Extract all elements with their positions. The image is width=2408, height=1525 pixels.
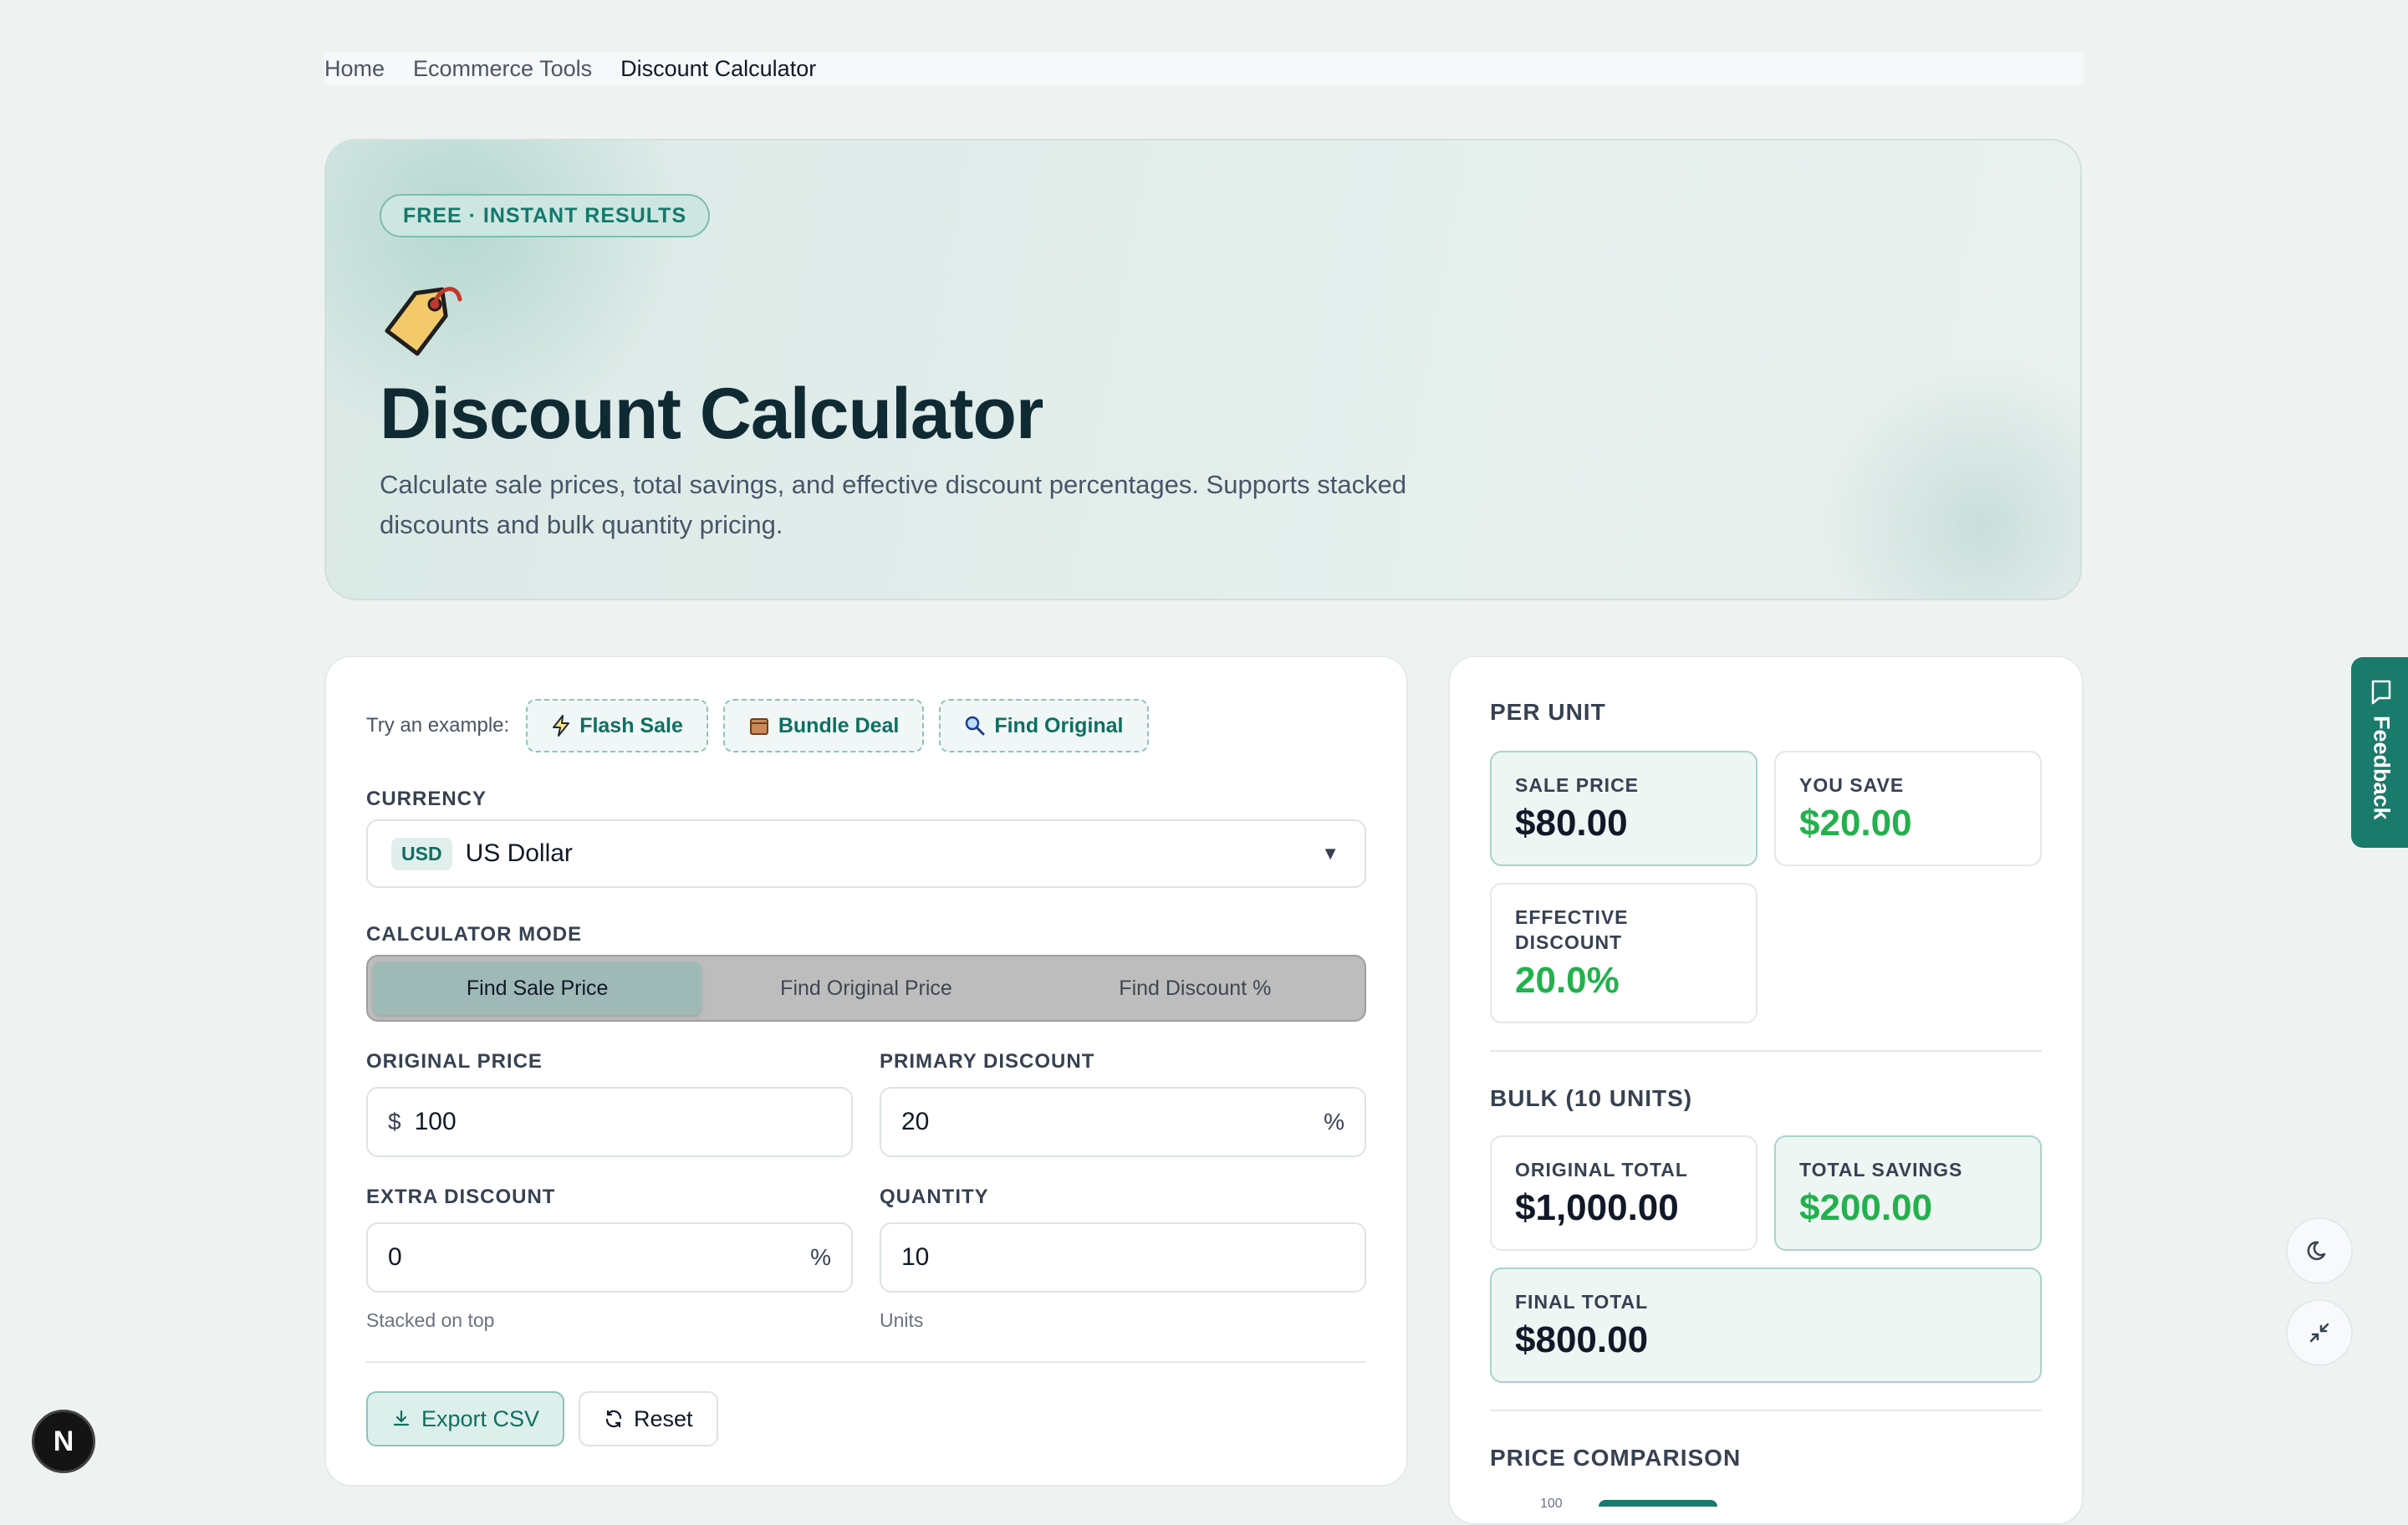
extra-discount-input[interactable]: 0 % <box>366 1222 853 1293</box>
examples-row: Try an example: Flash Sale Bundle Deal F… <box>366 699 1149 752</box>
effective-discount-stat: EFFECTIVE DISCOUNT 20.0% <box>1490 883 1758 1023</box>
original-price-input[interactable]: $ 100 <box>366 1087 853 1157</box>
feedback-tab[interactable]: Feedback <box>2351 657 2408 848</box>
download-icon <box>393 1410 410 1426</box>
price-tag-icon <box>385 287 462 356</box>
you-save-stat: YOU SAVE $20.00 <box>1774 751 2042 866</box>
bulk-title: BULK (10 UNITS) <box>1490 1085 1693 1111</box>
mode-label: CALCULATOR MODE <box>366 923 583 946</box>
mode-find-discount[interactable]: Find Discount % <box>1031 961 1360 1015</box>
moon-icon <box>2307 1241 2326 1261</box>
original-total-value: $1,000.00 <box>1515 1187 1679 1228</box>
calculator-form-card: Try an example: Flash Sale Bundle Deal F… <box>324 655 1408 1487</box>
page-description: Calculate sale prices, total savings, an… <box>380 470 1407 539</box>
sale-price-stat: SALE PRICE $80.00 <box>1490 751 1758 866</box>
percent-suffix: % <box>1324 1109 1344 1135</box>
feedback-label: Feedback <box>2369 716 2395 820</box>
final-total-stat: FINAL TOTAL $800.00 <box>1490 1267 2042 1383</box>
extra-discount-value: 0 <box>388 1243 402 1271</box>
currency-select[interactable]: USD US Dollar ▼ <box>366 819 1366 888</box>
box-icon <box>749 718 768 735</box>
effective-discount-label: EFFECTIVE DISCOUNT <box>1515 906 1629 953</box>
total-savings-stat: TOTAL SAVINGS $200.00 <box>1774 1135 2042 1251</box>
final-total-value: $800.00 <box>1515 1319 1649 1360</box>
page-title: Discount Calculator <box>380 374 1043 454</box>
percent-suffix: % <box>810 1244 831 1270</box>
breadcrumb-home[interactable]: Home <box>324 56 385 82</box>
quantity-label: QUANTITY <box>880 1186 989 1208</box>
results-card: PER UNIT SALE PRICE $80.00 YOU SAVE $20.… <box>1448 655 2084 1525</box>
breadcrumb-ecommerce-tools[interactable]: Ecommerce Tools <box>413 56 592 82</box>
free-badge: FREE · INSTANT RESULTS <box>380 194 711 237</box>
currency-symbol: $ <box>388 1109 401 1135</box>
per-unit-title: PER UNIT <box>1490 699 1606 725</box>
message-icon <box>2371 680 2391 705</box>
primary-discount-value: 20 <box>901 1108 930 1135</box>
extra-discount-hint: Stacked on top <box>366 1309 495 1331</box>
quantity-input[interactable]: 10 <box>880 1222 1366 1293</box>
nextjs-dev-badge[interactable]: N <box>32 1410 95 1473</box>
collapse-button[interactable] <box>2286 1299 2353 1366</box>
currency-name: US Dollar <box>465 839 573 867</box>
form-divider <box>366 1361 1366 1363</box>
example-find-original-label: Find Original <box>994 713 1124 737</box>
hero-banner: FREE · INSTANT RESULTS Discount Calculat… <box>324 139 2082 600</box>
quantity-hint: Units <box>880 1309 924 1331</box>
comparison-bar <box>1599 1500 1717 1507</box>
examples-label: Try an example: <box>366 714 510 737</box>
original-price-label: ORIGINAL PRICE <box>366 1050 543 1073</box>
price-comparison-title: PRICE COMPARISON <box>1490 1445 1742 1471</box>
example-bundle-deal-button[interactable]: Bundle Deal <box>722 699 925 752</box>
example-find-original-button[interactable]: Find Original <box>939 699 1149 752</box>
breadcrumb-current: Discount Calculator <box>620 55 817 81</box>
comparison-tick-label: 100 <box>1540 1497 1563 1511</box>
example-flash-sale-button[interactable]: Flash Sale <box>526 699 708 752</box>
currency-code-badge: USD <box>391 837 452 870</box>
lightning-icon <box>553 715 570 737</box>
sale-price-label: SALE PRICE <box>1515 774 1640 796</box>
example-flash-sale-label: Flash Sale <box>579 713 683 737</box>
original-total-label: ORIGINAL TOTAL <box>1515 1159 1688 1181</box>
mode-find-original-price[interactable]: Find Original Price <box>701 961 1030 1015</box>
sale-price-value: $80.00 <box>1515 803 1628 844</box>
results-divider <box>1490 1050 2042 1052</box>
reset-label: Reset <box>634 1405 693 1431</box>
chevron-down-icon: ▼ <box>1321 843 1339 864</box>
export-csv-label: Export CSV <box>421 1405 540 1431</box>
currency-label: CURRENCY <box>366 788 487 810</box>
minimize-icon <box>2309 1323 2329 1343</box>
extra-discount-label: EXTRA DISCOUNT <box>366 1186 556 1208</box>
you-save-value: $20.00 <box>1799 803 1912 844</box>
export-csv-button[interactable]: Export CSV <box>366 1391 565 1446</box>
calculator-mode-toggle: Find Sale Price Find Original Price Find… <box>366 955 1366 1022</box>
results-divider-2 <box>1490 1410 2042 1411</box>
primary-discount-label: PRIMARY DISCOUNT <box>880 1050 1095 1073</box>
magnifier-icon <box>966 716 985 736</box>
mode-find-sale-price[interactable]: Find Sale Price <box>373 961 702 1015</box>
quantity-value: 10 <box>901 1243 930 1271</box>
example-bundle-deal-label: Bundle Deal <box>778 713 900 737</box>
original-total-stat: ORIGINAL TOTAL $1,000.00 <box>1490 1135 1758 1251</box>
final-total-label: FINAL TOTAL <box>1515 1291 1649 1313</box>
reset-button[interactable]: Reset <box>579 1391 718 1446</box>
theme-toggle-button[interactable] <box>2286 1217 2353 1284</box>
total-savings-label: TOTAL SAVINGS <box>1799 1159 1963 1181</box>
refresh-icon <box>605 1410 622 1428</box>
primary-discount-input[interactable]: 20 % <box>880 1087 1366 1157</box>
original-price-value: 100 <box>414 1108 457 1135</box>
breadcrumb: Home Ecommerce Tools Discount Calculator <box>324 52 2084 85</box>
effective-discount-value: 20.0% <box>1515 960 1620 1001</box>
you-save-label: YOU SAVE <box>1799 774 1905 796</box>
total-savings-value: $200.00 <box>1799 1187 1933 1228</box>
